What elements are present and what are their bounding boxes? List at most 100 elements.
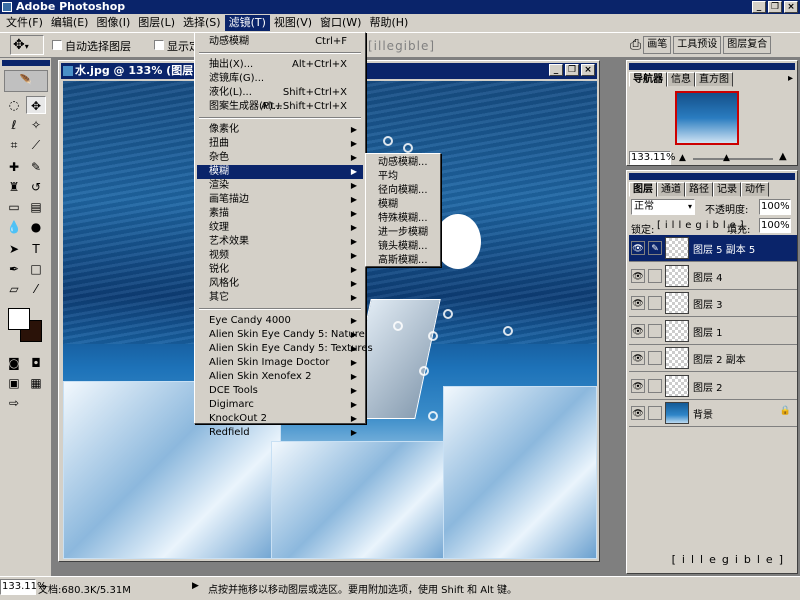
layer-footer-buttons[interactable]: [illegible] — [629, 553, 795, 571]
filter-menu-item[interactable]: 动感模糊 Ctrl+F — [197, 35, 363, 49]
tab-actions[interactable]: 动作 — [741, 182, 769, 197]
filter-menu-item[interactable]: DCE Tools ▶ — [197, 384, 363, 398]
link-box[interactable] — [648, 351, 662, 365]
filter-menu-item[interactable]: 锐化 ▶ — [197, 263, 363, 277]
eyedropper-icon[interactable]: ⁄ — [26, 280, 46, 298]
well-tab-brushes[interactable]: 画笔 — [643, 36, 672, 54]
menu-file[interactable]: 文件(F) — [2, 15, 47, 31]
screen-mode-standard-icon[interactable]: ▣ — [4, 374, 24, 392]
filter-menu-item[interactable]: 滤镜库(G)... — [197, 72, 363, 86]
menu-select[interactable]: 选择(S) — [179, 15, 225, 31]
filter-menu-item[interactable]: Redfield ▶ — [197, 426, 363, 440]
minimize-button[interactable]: _ — [752, 1, 766, 13]
visibility-eye-icon[interactable]: 👁 — [631, 406, 645, 420]
move-tool-icon[interactable]: ✥ — [26, 96, 46, 114]
filter-menu-item[interactable]: Alien Skin Image Doctor ▶ — [197, 356, 363, 370]
blur-submenu-item[interactable]: 模糊 — [368, 198, 438, 212]
blur-submenu-item[interactable]: 径向模糊... — [368, 184, 438, 198]
filter-menu-item[interactable]: KnockOut 2 ▶ — [197, 412, 363, 426]
zoom-in-icon[interactable]: ▲ — [779, 151, 787, 162]
filter-menu-item[interactable]: 扭曲 ▶ — [197, 137, 363, 151]
tab-layers[interactable]: 图层 — [629, 182, 657, 197]
blend-mode-select[interactable]: 正常 ▾ — [631, 199, 695, 215]
zoom-slider[interactable] — [693, 158, 773, 160]
visibility-eye-icon[interactable]: 👁 — [631, 241, 645, 255]
visibility-eye-icon[interactable]: 👁 — [631, 296, 645, 310]
visibility-eye-icon[interactable]: 👁 — [631, 323, 645, 338]
slice-icon[interactable]: ⟋ — [26, 136, 46, 154]
link-box[interactable] — [648, 268, 662, 283]
tab-histogram[interactable]: 直方图 — [695, 72, 733, 87]
menu-layer[interactable]: 图层(L) — [134, 15, 179, 31]
filter-menu-item[interactable]: Alien Skin Eye Candy 5: Nature ▶ — [197, 328, 365, 342]
filter-menu-item[interactable]: Digimarc ▶ — [197, 398, 363, 412]
brush-icon[interactable]: ✎ — [648, 241, 662, 255]
auto-select-checkbox[interactable] — [52, 40, 62, 50]
filter-menu-item[interactable]: 视频 ▶ — [197, 249, 363, 263]
tab-paths[interactable]: 路径 — [685, 182, 713, 197]
pen-icon[interactable]: ✒ — [4, 260, 24, 278]
path-select-icon[interactable]: ➤ — [4, 240, 24, 258]
link-box[interactable] — [648, 323, 662, 338]
filter-menu-item[interactable]: 其它 ▶ — [197, 291, 363, 305]
align-buttons[interactable]: [illegible] — [368, 39, 435, 53]
gradient-icon[interactable]: ▤ — [26, 198, 46, 216]
screen-mode-full-icon[interactable]: ▦ — [26, 374, 46, 392]
filter-menu-item[interactable]: 像素化 ▶ — [197, 123, 363, 137]
menu-view[interactable]: 视图(V) — [270, 15, 316, 31]
layer-row[interactable]: 👁 背景 🔒 — [629, 400, 797, 427]
menu-edit[interactable]: 编辑(E) — [47, 15, 93, 31]
well-tab-tool-presets[interactable]: 工具预设 — [673, 36, 722, 54]
dodge-icon[interactable]: ● — [26, 218, 46, 236]
doc-minimize-button[interactable]: _ — [549, 64, 563, 76]
blur-submenu-item[interactable]: 高斯模糊... — [368, 254, 438, 268]
filter-menu-item[interactable]: 抽出(X)... Alt+Ctrl+X — [197, 58, 363, 72]
close-button[interactable]: × — [784, 1, 798, 13]
blur-submenu-item[interactable]: 动感模糊... — [368, 156, 438, 170]
menu-window[interactable]: 窗口(W) — [316, 15, 365, 31]
blur-submenu-item[interactable]: 进一步模糊 — [368, 226, 438, 240]
link-box[interactable] — [648, 296, 662, 310]
filter-menu-item[interactable]: 素描 ▶ — [197, 207, 363, 221]
type-icon[interactable]: T — [26, 240, 46, 258]
filter-menu-item[interactable]: Alien Skin Xenofex 2 ▶ — [197, 370, 363, 384]
history-brush-icon[interactable]: ↺ — [26, 178, 46, 196]
menu-image[interactable]: 图像(I) — [92, 15, 134, 31]
status-zoom-field[interactable]: 133.11% — [0, 579, 47, 595]
navigator-titlebar[interactable] — [629, 63, 795, 70]
tab-info[interactable]: 信息 — [667, 72, 695, 87]
layer-row[interactable]: 👁 图层 4 — [629, 262, 797, 290]
navigator-zoom-field[interactable]: 133.11% — [629, 151, 676, 165]
foreground-color-swatch[interactable] — [8, 308, 30, 330]
tab-navigator[interactable]: 导航器 — [629, 72, 667, 87]
zoom-out-icon[interactable]: ▲ — [679, 153, 686, 163]
layer-row[interactable]: 👁 图层 3 — [629, 290, 797, 317]
crop-icon[interactable]: ⌗ — [4, 136, 24, 154]
doc-close-button[interactable]: × — [581, 64, 595, 76]
filter-menu-item[interactable]: 液化(L)... Shift+Ctrl+X — [197, 86, 363, 100]
menu-filter[interactable]: 滤镜(T) — [224, 15, 270, 31]
fill-field[interactable]: 100% — [759, 218, 791, 233]
restore-button[interactable]: ❐ — [768, 1, 782, 13]
visibility-eye-icon[interactable]: 👁 — [631, 378, 645, 393]
filter-menu-item[interactable]: 画笔描边 ▶ — [197, 193, 363, 207]
filter-menu-item[interactable]: Eye Candy 4000 ▶ — [197, 314, 363, 328]
show-bounding-checkbox[interactable] — [154, 40, 164, 50]
navigator-thumbnail[interactable] — [675, 91, 739, 145]
layer-row[interactable]: 👁 图层 1 — [629, 317, 797, 345]
layer-row[interactable]: 👁 图层 2 副本 — [629, 345, 797, 372]
opacity-field[interactable]: 100% — [759, 199, 791, 215]
standard-mode-icon[interactable]: ◙ — [4, 354, 24, 372]
layer-row[interactable]: 👁 图层 2 — [629, 372, 797, 400]
link-box[interactable] — [648, 378, 662, 393]
panel-menu-icon[interactable]: ▸ — [788, 73, 793, 84]
shape-icon[interactable]: □ — [26, 260, 46, 278]
filter-menu-item[interactable]: 风格化 ▶ — [197, 277, 363, 291]
lasso-tool-icon[interactable]: ℓ — [4, 116, 24, 134]
eraser-icon[interactable]: ▭ — [4, 198, 24, 216]
filter-menu-item[interactable]: 纹理 ▶ — [197, 221, 363, 235]
status-menu-arrow-icon[interactable]: ▶ — [192, 581, 199, 591]
quick-mask-icon[interactable]: ◘ — [26, 354, 46, 372]
marquee-tool-icon[interactable]: ◌ — [4, 96, 24, 114]
healing-brush-icon[interactable]: ✚ — [4, 158, 24, 176]
